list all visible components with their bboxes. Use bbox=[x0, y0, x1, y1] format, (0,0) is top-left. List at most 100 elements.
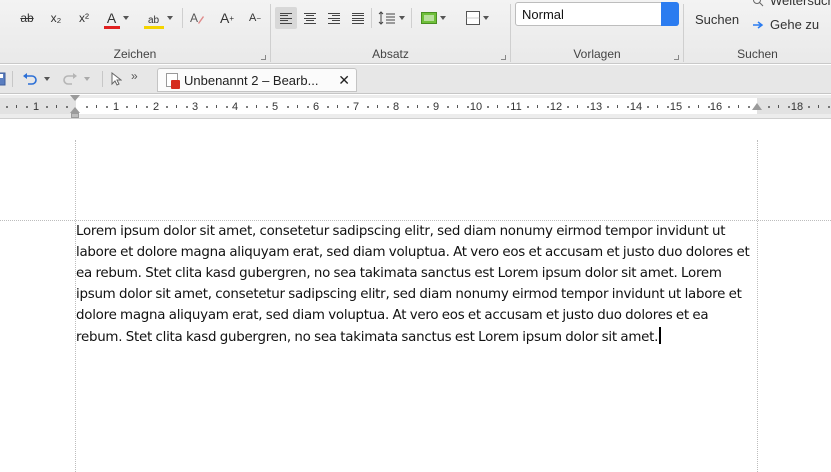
dialog-launcher-icon[interactable] bbox=[501, 55, 506, 60]
ruler-tick bbox=[146, 106, 148, 108]
clear-formatting-button[interactable]: A bbox=[186, 7, 208, 29]
font-color-bar bbox=[103, 26, 120, 29]
chevron-down-icon bbox=[84, 77, 90, 81]
redo-button[interactable] bbox=[62, 70, 90, 88]
ruler-label: 18 bbox=[790, 101, 804, 113]
select-tool-button[interactable] bbox=[110, 70, 122, 88]
ruler-tick bbox=[667, 106, 669, 108]
text-cursor bbox=[659, 326, 661, 344]
find-next-label: Weitersuchen bbox=[770, 0, 831, 8]
save-button[interactable] bbox=[0, 70, 6, 88]
group-label-absatz: Absatz bbox=[372, 47, 409, 61]
borders-icon bbox=[465, 11, 480, 25]
subscript-button[interactable]: x₂ bbox=[46, 7, 66, 29]
cursor-arrow-icon bbox=[111, 72, 122, 86]
close-icon[interactable]: ✕ bbox=[338, 72, 350, 89]
ruler-tick bbox=[647, 106, 649, 108]
highlighter-icon: ab bbox=[147, 14, 160, 26]
strikethrough-button[interactable]: ab bbox=[16, 7, 38, 29]
ruler-label: 11 bbox=[510, 101, 522, 113]
ruler-tick bbox=[818, 105, 819, 108]
ruler-tick bbox=[387, 106, 389, 108]
undo-icon bbox=[23, 73, 37, 85]
document-body[interactable]: Lorem ipsum dolor sit amet, consetetur s… bbox=[76, 222, 758, 348]
shrink-font-button[interactable]: A − bbox=[244, 7, 266, 29]
ruler-tick bbox=[587, 106, 589, 108]
ruler-label: 6 bbox=[312, 101, 320, 113]
ruler-tick bbox=[537, 105, 538, 108]
ruler-tick bbox=[226, 106, 228, 108]
group-zeichen: ab x₂ x² A ab A A + A − Zeichen bbox=[0, 0, 270, 64]
tab-bar: » Unbenannt 2 – Bearb... ✕ bbox=[0, 65, 831, 94]
ruler-tick bbox=[657, 105, 658, 108]
font-color-button[interactable]: A bbox=[99, 7, 133, 29]
left-indent-marker[interactable] bbox=[71, 113, 79, 118]
ruler-tick bbox=[246, 106, 248, 108]
dialog-launcher-icon[interactable] bbox=[674, 55, 679, 60]
group-vorlagen: Vorlagen bbox=[511, 0, 683, 64]
goto-button[interactable]: Gehe zu bbox=[752, 17, 819, 32]
group-label-suchen: Suchen bbox=[737, 47, 778, 61]
align-right-button[interactable] bbox=[323, 7, 345, 29]
ruler-tick bbox=[607, 106, 609, 108]
ruler-tick bbox=[407, 106, 409, 108]
ruler-label: 5 bbox=[271, 101, 279, 113]
ruler-tick bbox=[166, 106, 168, 108]
ruler-tick bbox=[698, 105, 699, 108]
ruler-tick bbox=[497, 105, 498, 108]
ruler-tick bbox=[216, 105, 217, 108]
chevron-down-icon bbox=[166, 16, 173, 20]
arrow-right-icon bbox=[753, 20, 764, 29]
right-indent-marker[interactable] bbox=[752, 103, 762, 110]
justify-icon bbox=[352, 12, 364, 24]
undo-button[interactable] bbox=[22, 70, 50, 88]
highlight-color-bar bbox=[143, 25, 164, 29]
ruler-tick bbox=[327, 106, 329, 108]
ruler-label: 12 bbox=[549, 101, 563, 113]
align-center-button[interactable] bbox=[299, 7, 321, 29]
svg-text:A: A bbox=[190, 11, 198, 25]
clear-formatting-icon: A bbox=[190, 11, 204, 25]
search-button[interactable]: Suchen bbox=[690, 8, 744, 30]
ruler-tick bbox=[377, 105, 378, 108]
grow-font-button[interactable]: A + bbox=[216, 7, 238, 29]
group-suchen: Suchen Weitersuchen Gehe zu Suchen bbox=[684, 0, 831, 64]
ruler-tick bbox=[627, 106, 629, 108]
chevron-down-icon bbox=[44, 77, 50, 81]
borders-button[interactable] bbox=[461, 7, 493, 29]
chevron-down-icon bbox=[398, 16, 405, 20]
align-right-icon bbox=[328, 12, 340, 24]
ruler-tick bbox=[708, 106, 710, 108]
align-left-button[interactable] bbox=[275, 7, 297, 29]
toolbar-overflow-button[interactable]: » bbox=[131, 67, 138, 85]
line-spacing-button[interactable] bbox=[375, 7, 407, 29]
highlight-button[interactable]: ab bbox=[140, 7, 176, 29]
document-canvas[interactable]: Lorem ipsum dolor sit amet, consetetur s… bbox=[0, 120, 831, 472]
goto-label: Gehe zu bbox=[770, 17, 820, 32]
ruler-tick bbox=[738, 105, 739, 108]
ribbon: ab x₂ x² A ab A A + A − Zeichen Absatz N… bbox=[0, 0, 831, 64]
ruler-tick bbox=[567, 106, 569, 108]
find-next-button[interactable]: Weitersuchen bbox=[752, 0, 831, 8]
ruler-strip: 1 1 2 3 4 5 6 7 8 9 10 11 12 13 14 15 16 18 bbox=[0, 98, 831, 114]
superscript-button[interactable]: x² bbox=[74, 7, 94, 29]
dialog-launcher-icon[interactable] bbox=[261, 55, 266, 60]
ruler-tick bbox=[367, 106, 369, 108]
ruler-tick bbox=[617, 105, 618, 108]
ruler-tick bbox=[417, 105, 418, 108]
top-margin-guide bbox=[0, 220, 831, 221]
ruler-label: 15 bbox=[669, 101, 683, 113]
redo-icon bbox=[63, 73, 77, 85]
ruler-tick bbox=[26, 106, 28, 108]
align-center-icon bbox=[304, 12, 316, 24]
ruler-tick bbox=[6, 106, 8, 108]
tab-document[interactable]: Unbenannt 2 – Bearb... ✕ bbox=[157, 68, 357, 92]
shading-button[interactable] bbox=[417, 7, 449, 29]
ruler-tick bbox=[527, 106, 529, 108]
group-label-vorlagen: Vorlagen bbox=[573, 47, 621, 61]
horizontal-ruler[interactable]: 1 1 2 3 4 5 6 7 8 9 10 11 12 13 14 15 16 18 bbox=[0, 95, 831, 119]
justify-button[interactable] bbox=[347, 7, 369, 29]
first-line-indent-marker[interactable] bbox=[70, 95, 80, 101]
ruler-tick bbox=[808, 106, 810, 108]
font-color-icon: A bbox=[106, 10, 117, 26]
